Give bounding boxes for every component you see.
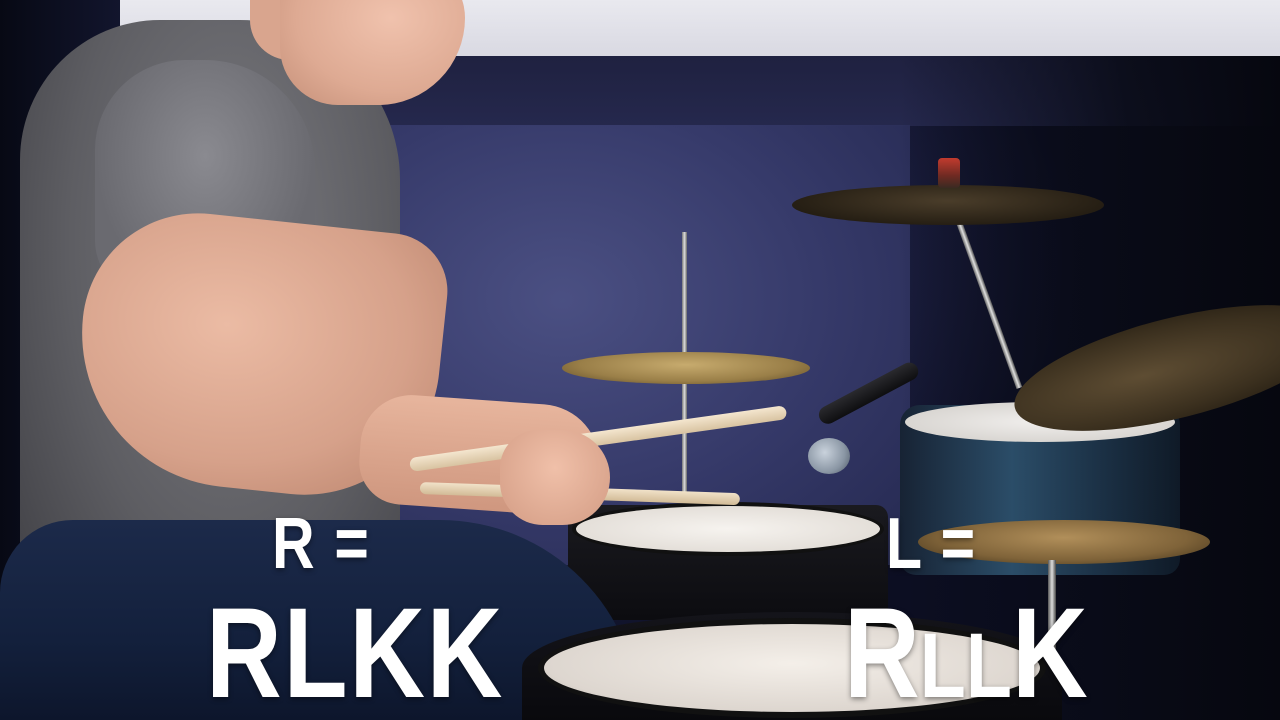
drummer-hand <box>500 430 610 525</box>
right-sticking-pattern: RLLK <box>844 590 1088 718</box>
left-sticking-pattern: RLKK <box>206 582 505 720</box>
right-sticking-label: L = <box>886 504 977 584</box>
right-pattern-first: R <box>844 582 920 720</box>
left-sticking-label: R = <box>272 504 371 584</box>
right-pattern-last: K <box>1011 582 1088 720</box>
video-frame: R = RLKK L = RLLK <box>0 0 1280 720</box>
drummer-face <box>280 0 465 105</box>
right-pattern-ghost-notes: LL <box>919 615 1012 717</box>
drummer <box>0 0 1280 720</box>
